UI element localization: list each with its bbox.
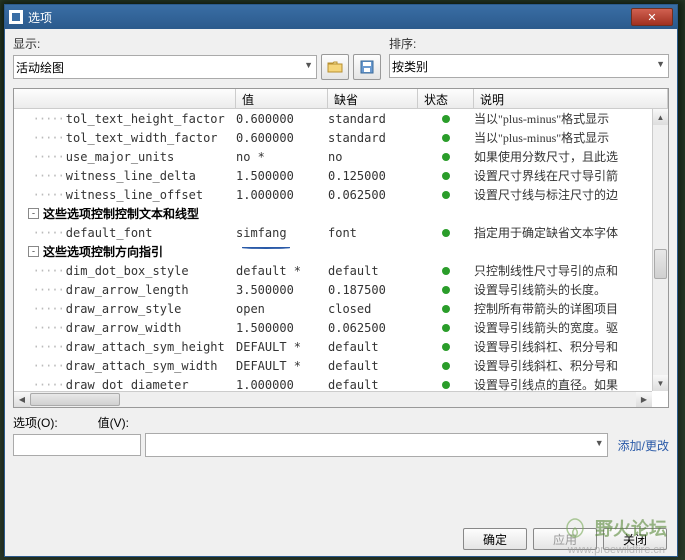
titlebar: 选项 ✕: [5, 5, 677, 29]
option-row[interactable]: ·····tol_text_height_factor0.600000stand…: [14, 109, 652, 128]
header-status[interactable]: 状态: [418, 89, 474, 108]
status-dot-icon: [442, 229, 450, 237]
options-list: 值 缺省 状态 说明 ·····tol_text_height_factor0.…: [13, 88, 669, 408]
column-headers: 值 缺省 状态 说明: [14, 89, 668, 109]
status-dot-icon: [442, 305, 450, 313]
status-dot-icon: [442, 286, 450, 294]
option-row[interactable]: ·····default_fontsimfangfont指定用于确定缺省文本字体: [14, 223, 652, 242]
sort-select[interactable]: [389, 54, 669, 78]
options-dialog: 选项 ✕ 显示: 排序:: [4, 4, 678, 557]
vertical-scrollbar[interactable]: ▲ ▼: [652, 109, 668, 391]
sort-label: 排序:: [389, 35, 669, 52]
scroll-down-button[interactable]: ▼: [653, 375, 668, 391]
option-row[interactable]: ·····witness_line_delta1.5000000.125000设…: [14, 166, 652, 185]
save-button[interactable]: [353, 54, 381, 80]
show-label: 显示:: [13, 35, 381, 52]
scroll-up-button[interactable]: ▲: [653, 109, 668, 125]
option-row[interactable]: ·····draw_arrow_styleopenclosed控制所有带箭头的详…: [14, 299, 652, 318]
vscroll-thumb[interactable]: [654, 249, 667, 279]
expander-icon[interactable]: -: [28, 246, 39, 257]
status-dot-icon: [442, 324, 450, 332]
option-field-label: 选项(O):: [13, 414, 58, 431]
scroll-right-button[interactable]: ▶: [636, 392, 652, 407]
horizontal-scrollbar[interactable]: ◀ ▶: [14, 391, 652, 407]
hscroll-thumb[interactable]: [30, 393, 120, 406]
header-default[interactable]: 缺省: [328, 89, 418, 108]
status-dot-icon: [442, 115, 450, 123]
ok-button[interactable]: 确定: [463, 528, 527, 550]
status-dot-icon: [442, 153, 450, 161]
header-desc[interactable]: 说明: [474, 89, 668, 108]
status-dot-icon: [442, 362, 450, 370]
option-row[interactable]: ·····tol_text_width_factor0.600000standa…: [14, 128, 652, 147]
group-row[interactable]: -这些选项控制控制文本和线型: [14, 204, 652, 223]
add-change-link[interactable]: 添加/更改: [618, 437, 669, 454]
value-input[interactable]: [145, 433, 608, 457]
status-dot-icon: [442, 343, 450, 351]
close-button[interactable]: ✕: [631, 8, 673, 26]
close-dialog-button[interactable]: 关闭: [603, 528, 667, 550]
option-row[interactable]: ·····draw_attach_sym_heightDEFAULT *defa…: [14, 337, 652, 356]
option-row[interactable]: ·····dim_dot_box_styledefault *default只控…: [14, 261, 652, 280]
group-row[interactable]: -这些选项控制方向指引: [14, 242, 652, 261]
option-row[interactable]: ·····draw_dot_diameter1.000000default设置导…: [14, 375, 652, 391]
option-row[interactable]: ·····witness_line_offset1.0000000.062500…: [14, 185, 652, 204]
scroll-left-button[interactable]: ◀: [14, 392, 30, 407]
app-icon: [9, 10, 23, 24]
status-dot-icon: [442, 134, 450, 142]
option-row[interactable]: ·····draw_arrow_length3.5000000.187500设置…: [14, 280, 652, 299]
option-row[interactable]: ·····draw_attach_sym_widthDEFAULT *defau…: [14, 356, 652, 375]
status-dot-icon: [442, 172, 450, 180]
status-dot-icon: [442, 381, 450, 389]
apply-button[interactable]: 应用: [533, 528, 597, 550]
header-name[interactable]: [14, 89, 236, 108]
value-field-label: 值(V):: [98, 414, 129, 431]
option-row[interactable]: ·····draw_arrow_width1.5000000.062500设置导…: [14, 318, 652, 337]
simfang-underline: [242, 247, 290, 249]
show-select[interactable]: [13, 55, 317, 79]
expander-icon[interactable]: -: [28, 208, 39, 219]
window-title: 选项: [28, 9, 52, 26]
option-row[interactable]: ·····use_major_unitsno *no如果使用分数尺寸，且此选: [14, 147, 652, 166]
open-folder-button[interactable]: [321, 54, 349, 80]
option-input[interactable]: [13, 434, 141, 456]
header-value[interactable]: 值: [236, 89, 328, 108]
status-dot-icon: [442, 267, 450, 275]
status-dot-icon: [442, 191, 450, 199]
